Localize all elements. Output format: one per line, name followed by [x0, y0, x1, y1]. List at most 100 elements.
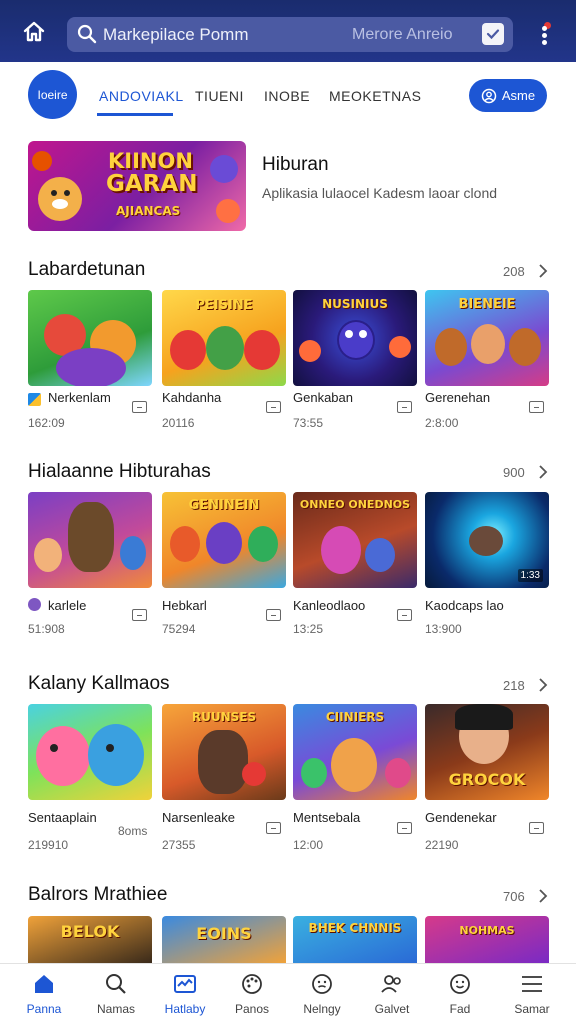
more-vertical-icon [542, 26, 547, 31]
tab-android[interactable]: ANDOVIAKL [99, 88, 184, 104]
app-thumbnail[interactable]: NUSINIUS [293, 290, 417, 386]
app-thumbnail-text: CIINIERS [325, 710, 385, 724]
chevron-right-icon[interactable] [538, 264, 548, 278]
palette-icon [242, 974, 262, 994]
nav-menu[interactable]: Samar [496, 964, 568, 1025]
chevron-right-icon[interactable] [538, 465, 548, 479]
app-name[interactable]: Nerkenlam [48, 390, 111, 405]
nav-mood[interactable]: Nelngy [286, 964, 358, 1025]
section-title[interactable]: Hialaanne Hibturahas [28, 461, 211, 483]
banner-art-text-3: AJIANCAS [116, 204, 181, 218]
app-thumbnail[interactable]: ONNEO ONEDNOS [293, 492, 417, 588]
app-size: 8oms [118, 824, 148, 838]
app-meta: 20116 [162, 416, 195, 430]
download-icon[interactable] [132, 609, 147, 621]
app-name[interactable]: Kaodcaps lao [425, 598, 504, 613]
download-icon[interactable] [397, 609, 412, 621]
banner-title[interactable]: Hiburan [262, 154, 329, 176]
app-small-icon [28, 598, 41, 611]
nav-label: Samar [514, 1002, 550, 1016]
app-thumbnail[interactable]: RUUNSES [162, 704, 286, 800]
active-tab-indicator [97, 113, 173, 116]
app-thumbnail-text: RUUNSES [191, 710, 257, 724]
nav-people[interactable]: Galvet [356, 964, 428, 1025]
section-count: 218 [503, 678, 525, 693]
section-title[interactable]: Labardetunan [28, 259, 145, 281]
tab-2[interactable]: TIUENI [195, 88, 244, 104]
nav-store[interactable]: Hatlaby [149, 964, 221, 1025]
nav-search[interactable]: Namas [80, 964, 152, 1025]
app-thumbnail[interactable] [28, 290, 152, 386]
download-icon[interactable] [529, 822, 544, 834]
search-input[interactable]: Markepilace Pomm [103, 25, 249, 45]
home-button[interactable] [20, 18, 48, 46]
chevron-right-icon[interactable] [538, 678, 548, 692]
chat-smiley-icon [450, 974, 470, 994]
app-name[interactable]: Mentsebala [293, 810, 360, 825]
nav-label: Hatlaby [164, 1002, 206, 1016]
nav-chat[interactable]: Fad [424, 964, 496, 1025]
nav-label: Panna [26, 1002, 62, 1016]
chevron-right-icon[interactable] [538, 889, 548, 903]
app-name[interactable]: Kahdanha [162, 390, 221, 405]
app-name[interactable]: Gerenehan [425, 390, 490, 405]
banner-art-text-2: GARAN [106, 171, 198, 197]
download-icon[interactable] [397, 401, 412, 413]
smiley-icon [312, 974, 332, 994]
nav-art[interactable]: Panos [216, 964, 288, 1025]
app-thumbnail[interactable]: 1:33 [425, 492, 549, 588]
app-logo-button[interactable]: Ioeire [28, 70, 77, 119]
top-app-bar: Markepilace Pomm Merore Anreio [0, 0, 576, 62]
home-icon [23, 21, 45, 42]
search-icon [106, 974, 126, 994]
nav-label: Nelngy [303, 1002, 341, 1016]
download-icon[interactable] [266, 609, 281, 621]
featured-banner-image[interactable]: KIINON GARAN AJIANCAS [28, 141, 246, 231]
app-thumbnail[interactable] [28, 704, 152, 800]
nav-home[interactable]: Panna [8, 964, 80, 1025]
app-meta: 73:55 [293, 416, 324, 430]
app-thumbnail[interactable]: PEISINE [162, 290, 286, 386]
search-action-button[interactable] [482, 23, 504, 45]
account-button[interactable]: Asme [469, 79, 547, 112]
app-thumbnail[interactable]: GROCOK [425, 704, 549, 800]
app-thumbnail-text: BHEK CHNNIS [308, 922, 402, 934]
app-thumbnail-text: PEISINE [195, 298, 253, 313]
app-thumbnail-text: GROCOK [448, 770, 526, 789]
app-thumbnail[interactable]: CIINIERS [293, 704, 417, 800]
search-bar[interactable]: Markepilace Pomm Merore Anreio [67, 17, 513, 52]
store-icon [174, 975, 196, 993]
app-thumbnail-text: BIENEIE [458, 297, 516, 312]
app-thumbnail[interactable]: BELOK [28, 916, 152, 963]
tab-4[interactable]: MEOKETNAS [329, 88, 421, 104]
app-thumbnail[interactable]: NOHMAS [425, 916, 549, 963]
download-icon[interactable] [266, 822, 281, 834]
section-title[interactable]: Kalany Kallmaos [28, 673, 170, 695]
app-name[interactable]: Hebkarl [162, 598, 207, 613]
app-name[interactable]: Narsenleake [162, 810, 235, 825]
menu-icon [522, 976, 542, 992]
app-thumbnail[interactable]: EOINS [162, 916, 286, 963]
app-name[interactable]: karlele [48, 598, 86, 613]
download-icon[interactable] [397, 822, 412, 834]
app-name[interactable]: Kanleodlaoo [293, 598, 365, 613]
app-meta: 13:900 [425, 622, 462, 636]
app-thumbnail[interactable]: BHEK CHNNIS [293, 916, 417, 963]
tab-3[interactable]: INOBE [264, 88, 310, 104]
app-name[interactable]: Genkaban [293, 390, 353, 405]
app-meta: 75294 [162, 622, 196, 636]
home-icon [35, 975, 53, 993]
banner-subtitle: Aplikasia lulaocel Kadesm laoar clond [262, 185, 498, 201]
users-icon [381, 975, 401, 993]
app-thumbnail[interactable]: GENINEIN [162, 492, 286, 588]
app-name[interactable]: Sentaaplain [28, 810, 97, 825]
download-icon[interactable] [529, 401, 544, 413]
app-thumbnail[interactable]: BIENEIE [425, 290, 549, 386]
app-name[interactable]: Gendenekar [425, 810, 497, 825]
download-icon[interactable] [132, 401, 147, 413]
section-title[interactable]: Balrors Mrathiee [28, 884, 167, 906]
download-icon[interactable] [266, 401, 281, 413]
app-thumbnail[interactable] [28, 492, 152, 588]
more-options-button[interactable] [534, 20, 558, 48]
app-meta: 12:00 [293, 838, 324, 852]
